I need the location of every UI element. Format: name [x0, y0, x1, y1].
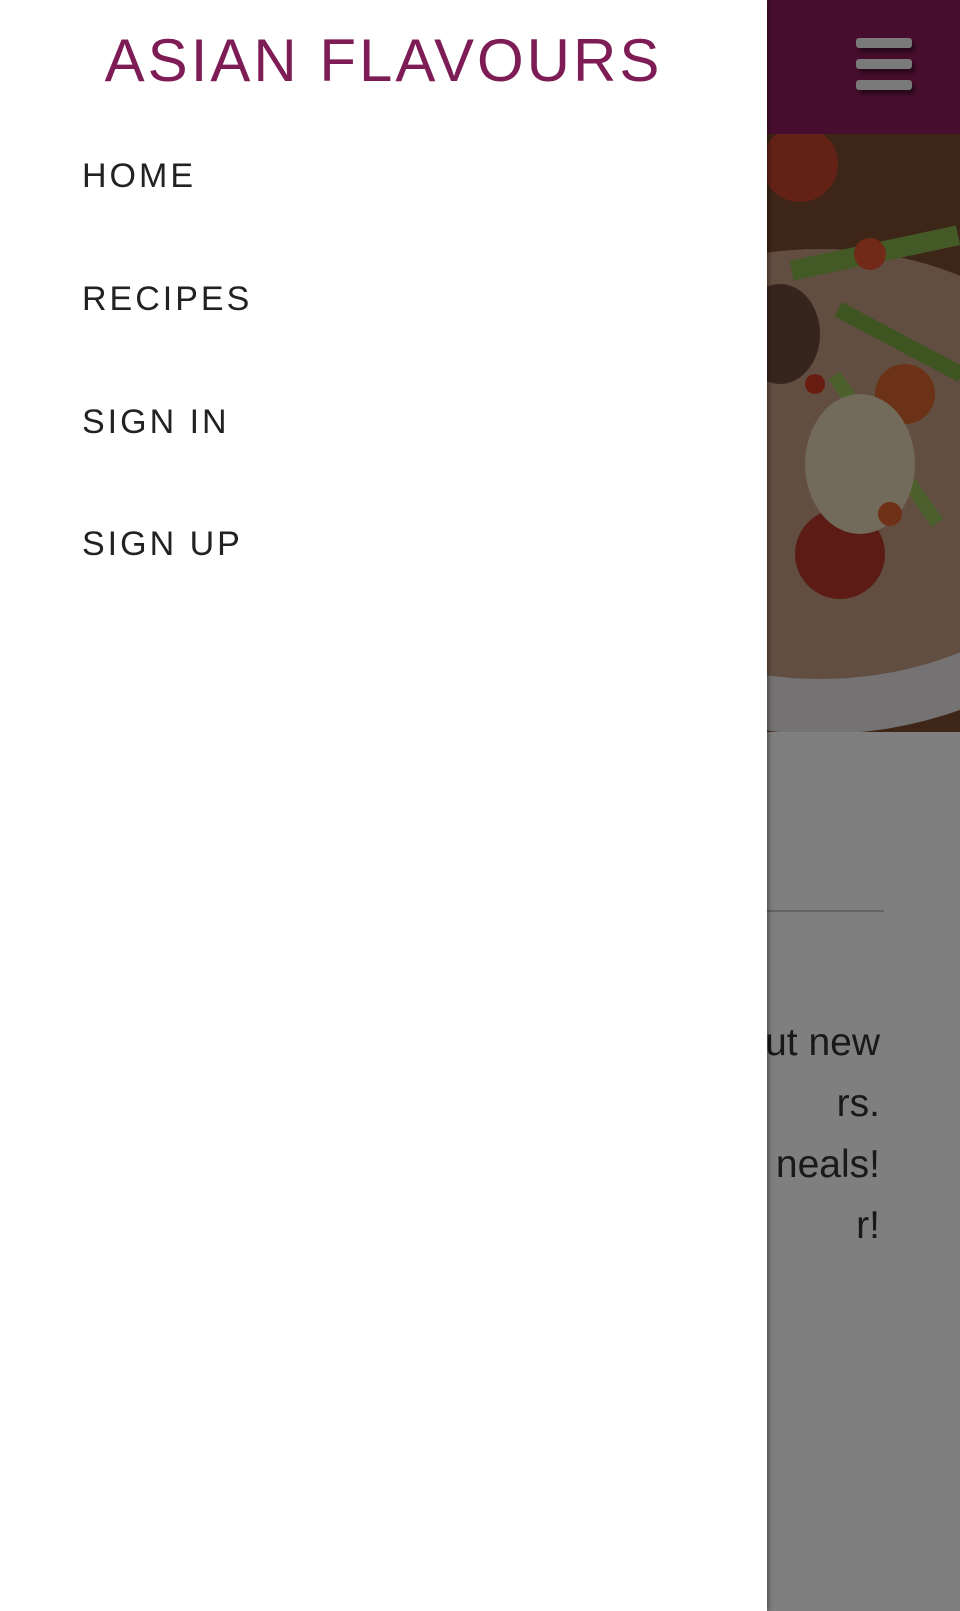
nav-item-recipes[interactable]: RECIPES	[82, 279, 252, 319]
brand-title[interactable]: ASIAN FLAVOURS	[0, 26, 767, 96]
nav-item-sign-in[interactable]: SIGN IN	[82, 402, 230, 442]
page: ut new rs. neals! r! ASIAN FLAVOURS HOME…	[0, 0, 960, 1611]
nav-item-home[interactable]: HOME	[82, 156, 196, 196]
nav-item-sign-up[interactable]: SIGN UP	[82, 524, 243, 564]
navigation-drawer: ASIAN FLAVOURS HOME RECIPES SIGN IN SIGN…	[0, 0, 767, 1611]
